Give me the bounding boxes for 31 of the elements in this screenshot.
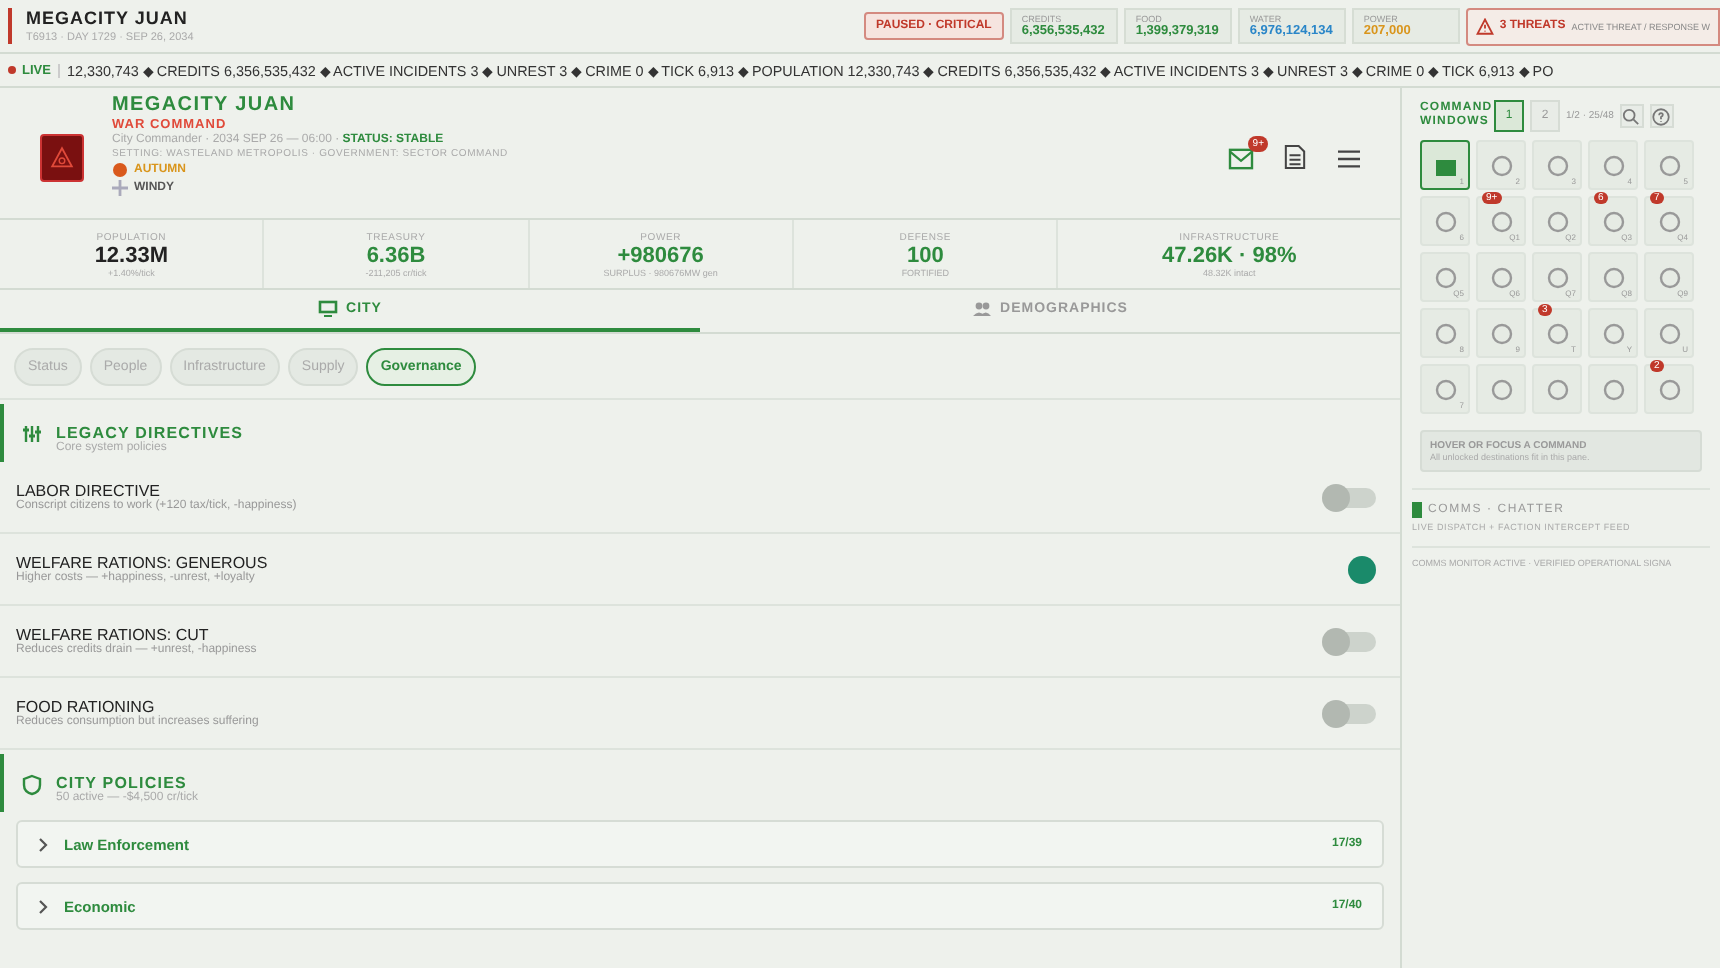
help-button[interactable] [1649, 104, 1674, 128]
monitor-icon [318, 300, 339, 318]
city-name: MEGACITY JUAN [112, 94, 298, 116]
help-icon [1652, 107, 1671, 125]
command-button[interactable] [1532, 364, 1582, 414]
sliders-icon [22, 424, 42, 444]
menu-icon [1336, 148, 1362, 170]
city-title: MEGACITY JUAN [26, 8, 190, 28]
section-title: CITY POLICIES [56, 774, 187, 792]
directive-name: LABOR DIRECTIVE [16, 482, 161, 500]
stat-value: 47.26K · 98% [1162, 243, 1297, 267]
stat-value: 6.36B [366, 243, 426, 267]
toggle-switch[interactable] [1326, 703, 1376, 723]
command-button[interactable] [1476, 364, 1526, 414]
directive-name: FOOD RATIONING [16, 698, 157, 716]
toggle-switch[interactable] [1326, 631, 1376, 651]
toggle-switch[interactable] [1326, 487, 1376, 507]
directive-name: WELFARE RATIONS: CUT [16, 626, 209, 644]
search-icon [1622, 107, 1641, 125]
stat-value: 12.33M [94, 243, 169, 267]
people-icon [972, 300, 993, 318]
command-button[interactable] [1588, 364, 1638, 414]
chevron-icon [38, 899, 48, 913]
stat-value: +980676 [617, 243, 704, 267]
directive-name: WELFARE RATIONS: GENEROUS [16, 554, 268, 572]
section-title: LEGACY DIRECTIVES [56, 424, 244, 442]
chevron-icon [38, 837, 48, 851]
emblem-icon [40, 134, 84, 182]
stat-value: 100 [906, 243, 944, 267]
live-dot-icon [8, 66, 16, 74]
search-button[interactable] [1619, 104, 1644, 128]
